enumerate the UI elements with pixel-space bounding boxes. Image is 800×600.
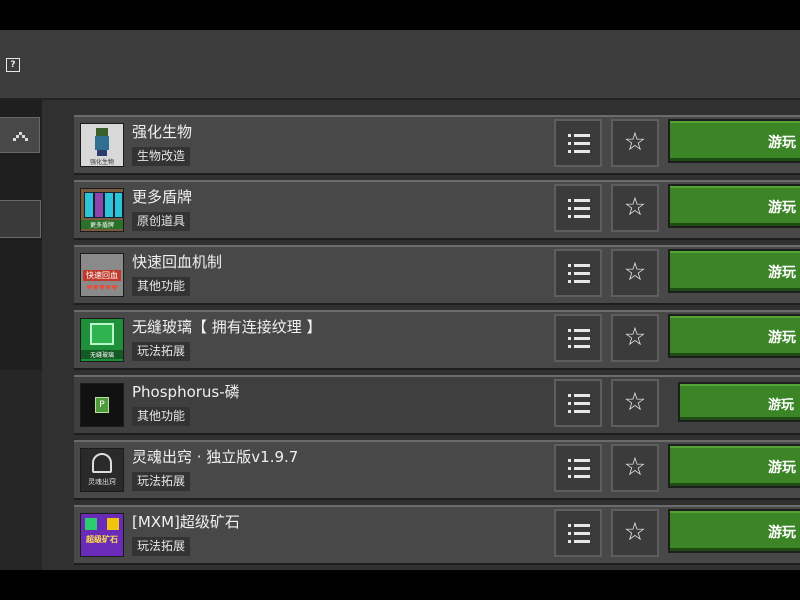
play-button-label: 游玩	[768, 265, 796, 281]
play-button-label: 游玩	[768, 398, 795, 413]
left-sidebar	[0, 100, 42, 570]
thumb-caption: 无缝玻璃	[81, 350, 123, 359]
item-title: [MXM]超级矿石	[132, 513, 240, 531]
thumb-caption: 快速回血	[83, 270, 121, 281]
favorite-button[interactable]: ☆	[611, 509, 659, 557]
list-item: 灵魂出窍 灵魂出窍 · 独立版v1.9.7 玩法拓展 ☆ 游玩	[74, 440, 800, 500]
list-item: P Phosphorus-磷 其他功能 ☆ 游玩	[74, 375, 800, 435]
list-icon	[568, 134, 590, 154]
sidebar-field[interactable]	[0, 200, 41, 238]
top-bar: ?	[0, 30, 800, 100]
list-item: 更多盾牌 更多盾牌 原创道具 ☆ 游玩	[74, 180, 800, 240]
play-button[interactable]: 游玩	[668, 509, 800, 553]
star-icon: ☆	[623, 387, 647, 416]
sidebar-lower-panel	[0, 370, 42, 570]
details-button[interactable]	[554, 249, 602, 297]
favorite-button[interactable]: ☆	[611, 444, 659, 492]
item-title: 强化生物	[132, 123, 193, 141]
details-button[interactable]	[554, 509, 602, 557]
play-button-label: 游玩	[768, 135, 796, 151]
chevron-up-icon	[13, 132, 28, 141]
list-item: 强化生物 强化生物 生物改造 ☆ 游玩	[74, 115, 800, 175]
item-title: 快速回血机制	[132, 253, 223, 271]
star-icon: ☆	[623, 192, 647, 221]
collapse-button[interactable]	[0, 117, 40, 153]
star-icon: ☆	[623, 517, 647, 546]
ghost-icon	[92, 453, 112, 473]
item-thumbnail: 超级矿石	[80, 513, 124, 557]
play-button[interactable]: 游玩	[678, 382, 800, 422]
item-thumbnail: 强化生物	[80, 123, 124, 167]
item-category-tag: 玩法拓展	[132, 472, 191, 491]
thumb-caption: 灵魂出窍	[88, 478, 116, 486]
star-icon: ☆	[623, 322, 647, 351]
thumb-caption: P	[95, 397, 109, 413]
item-category-tag: 其他功能	[132, 277, 191, 296]
ore-block-icon	[85, 518, 97, 530]
star-icon: ☆	[623, 257, 647, 286]
list-icon	[568, 459, 590, 479]
thumb-shield	[84, 192, 94, 218]
details-button[interactable]	[554, 119, 602, 167]
item-category-tag: 生物改造	[132, 147, 191, 166]
list-icon	[568, 394, 590, 414]
play-button[interactable]: 游玩	[668, 314, 800, 358]
play-button[interactable]: 游玩	[668, 184, 800, 228]
details-button[interactable]	[554, 184, 602, 232]
heart-row-icon: ♥♥♥♥♥	[86, 284, 118, 292]
item-thumbnail: 无缝玻璃	[80, 318, 124, 362]
play-button-label: 游玩	[768, 525, 796, 541]
play-button-label: 游玩	[768, 460, 796, 476]
item-category-tag: 玩法拓展	[132, 342, 191, 361]
list-item: 快速回血 ♥♥♥♥♥ 快速回血机制 其他功能 ☆ 游玩	[74, 245, 800, 305]
favorite-button[interactable]: ☆	[611, 184, 659, 232]
list-item: 无缝玻璃 无缝玻璃【 拥有连接纹理 】 玩法拓展 ☆ 游玩	[74, 310, 800, 370]
item-title: 灵魂出窍 · 独立版v1.9.7	[132, 448, 299, 466]
star-icon: ☆	[623, 127, 647, 156]
list-icon	[568, 264, 590, 284]
thumb-shield	[114, 192, 123, 218]
play-button[interactable]: 游玩	[668, 119, 800, 163]
thumb-shield	[104, 192, 114, 218]
thumb-figure-legs	[97, 150, 107, 156]
thumb-caption: 超级矿石	[86, 535, 118, 544]
thumb-glass-block	[90, 323, 114, 345]
star-icon: ☆	[623, 452, 647, 481]
item-thumbnail: 灵魂出窍	[80, 448, 124, 492]
thumb-figure-body	[95, 136, 109, 150]
favorite-button[interactable]: ☆	[611, 119, 659, 167]
play-button-label: 游玩	[768, 330, 796, 346]
item-title: 无缝玻璃【 拥有连接纹理 】	[132, 318, 322, 336]
item-category-tag: 玩法拓展	[132, 537, 191, 556]
app-screen: ? 强化生物 强化生物 生物改造 ☆ 游玩 更多盾牌 更多盾牌 原创道具 ☆ 游…	[0, 30, 800, 570]
play-button[interactable]: 游玩	[668, 249, 800, 293]
list-icon	[568, 329, 590, 349]
item-category-tag: 原创道具	[132, 212, 191, 231]
favorite-button[interactable]: ☆	[611, 249, 659, 297]
thumb-caption: 更多盾牌	[81, 220, 123, 229]
play-button-label: 游玩	[768, 200, 796, 216]
item-title: 更多盾牌	[132, 188, 193, 206]
list-icon	[568, 199, 590, 219]
favorite-button[interactable]: ☆	[611, 379, 659, 427]
favorite-button[interactable]: ☆	[611, 314, 659, 362]
item-thumbnail: 更多盾牌	[80, 188, 124, 232]
list-item: 超级矿石 [MXM]超级矿石 玩法拓展 ☆ 游玩	[74, 505, 800, 565]
thumb-figure	[96, 128, 108, 136]
list-icon	[568, 524, 590, 544]
thumb-caption: 强化生物	[89, 159, 114, 166]
details-button[interactable]	[554, 314, 602, 362]
item-category-tag: 其他功能	[132, 407, 191, 426]
help-icon[interactable]: ?	[6, 58, 20, 72]
details-button[interactable]	[554, 444, 602, 492]
thumb-shield	[94, 192, 104, 218]
item-thumbnail: P	[80, 383, 124, 427]
ore-block-icon	[107, 518, 119, 530]
item-title: Phosphorus-磷	[132, 383, 240, 401]
item-thumbnail: 快速回血 ♥♥♥♥♥	[80, 253, 124, 297]
play-button[interactable]: 游玩	[668, 444, 800, 488]
details-button[interactable]	[554, 379, 602, 427]
